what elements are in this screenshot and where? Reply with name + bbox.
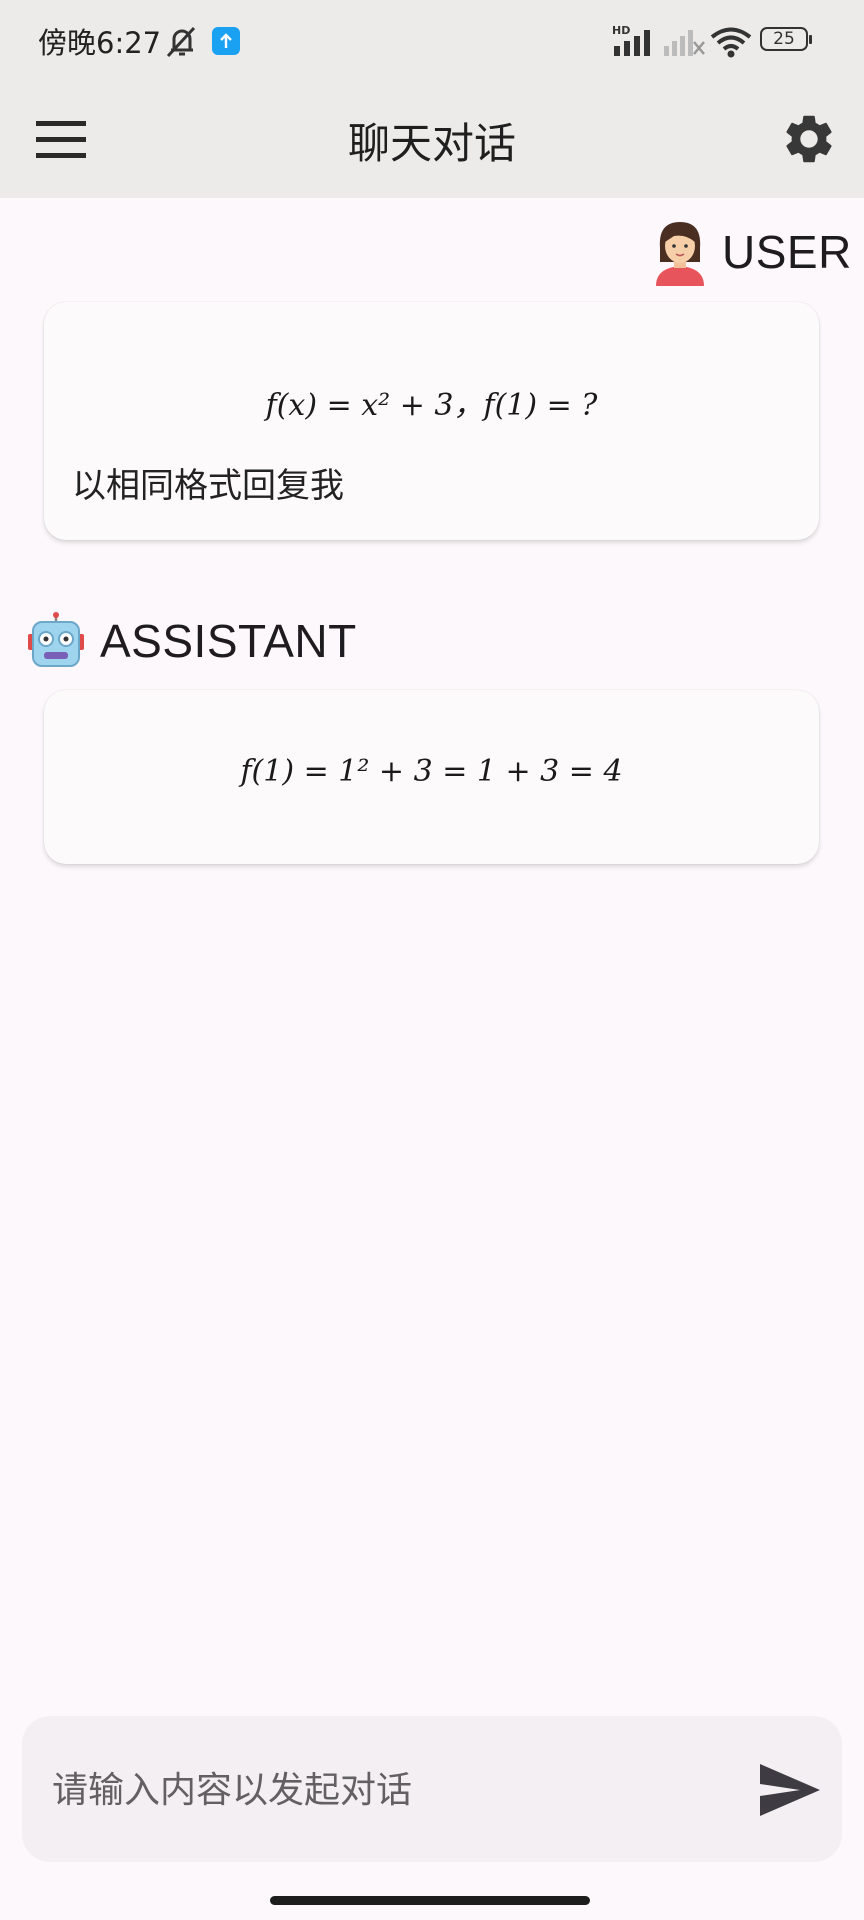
app-bar: 聊天对话 [0,82,864,198]
home-indicator [270,1896,590,1905]
assistant-message-card: f(1) = 1² + 3 = 1 + 3 = 4 [44,690,819,864]
user-role-label: USER [722,226,852,278]
message-composer [22,1716,842,1862]
user-role-header: USER [652,218,852,286]
message-input[interactable] [50,1760,734,1820]
assistant-math-formula: f(1) = 1² + 3 = 1 + 3 = 4 [240,754,623,789]
send-button[interactable] [758,1762,822,1818]
status-time: 傍晚6:27 [38,26,162,60]
mute-bell-icon [166,26,196,58]
signal-icon [614,30,650,56]
woman-avatar-icon [656,222,704,286]
user-message-text: 以相同格式回复我 [72,466,344,506]
assistant-role-header: ASSISTANT [28,612,357,670]
user-message-card: f(x) = x² + 3，f(1) = ? 以相同格式回复我 [44,302,819,540]
gear-icon [786,115,832,163]
page-title: 聊天对话 [347,119,516,168]
upload-app-icon [212,27,240,55]
wifi-icon [710,27,752,58]
battery-level: 25 [773,29,795,49]
signal-off-icon [664,30,705,56]
settings-button[interactable] [780,110,838,168]
status-bar: 傍晚6:27 HD 25 [0,0,864,82]
robot-avatar-icon [28,612,84,667]
assistant-role-label: ASSISTANT [100,615,357,667]
send-icon [760,1764,820,1816]
user-math-formula: f(x) = x² + 3，f(1) = ? [265,388,598,423]
battery-icon: 25 [760,27,812,53]
